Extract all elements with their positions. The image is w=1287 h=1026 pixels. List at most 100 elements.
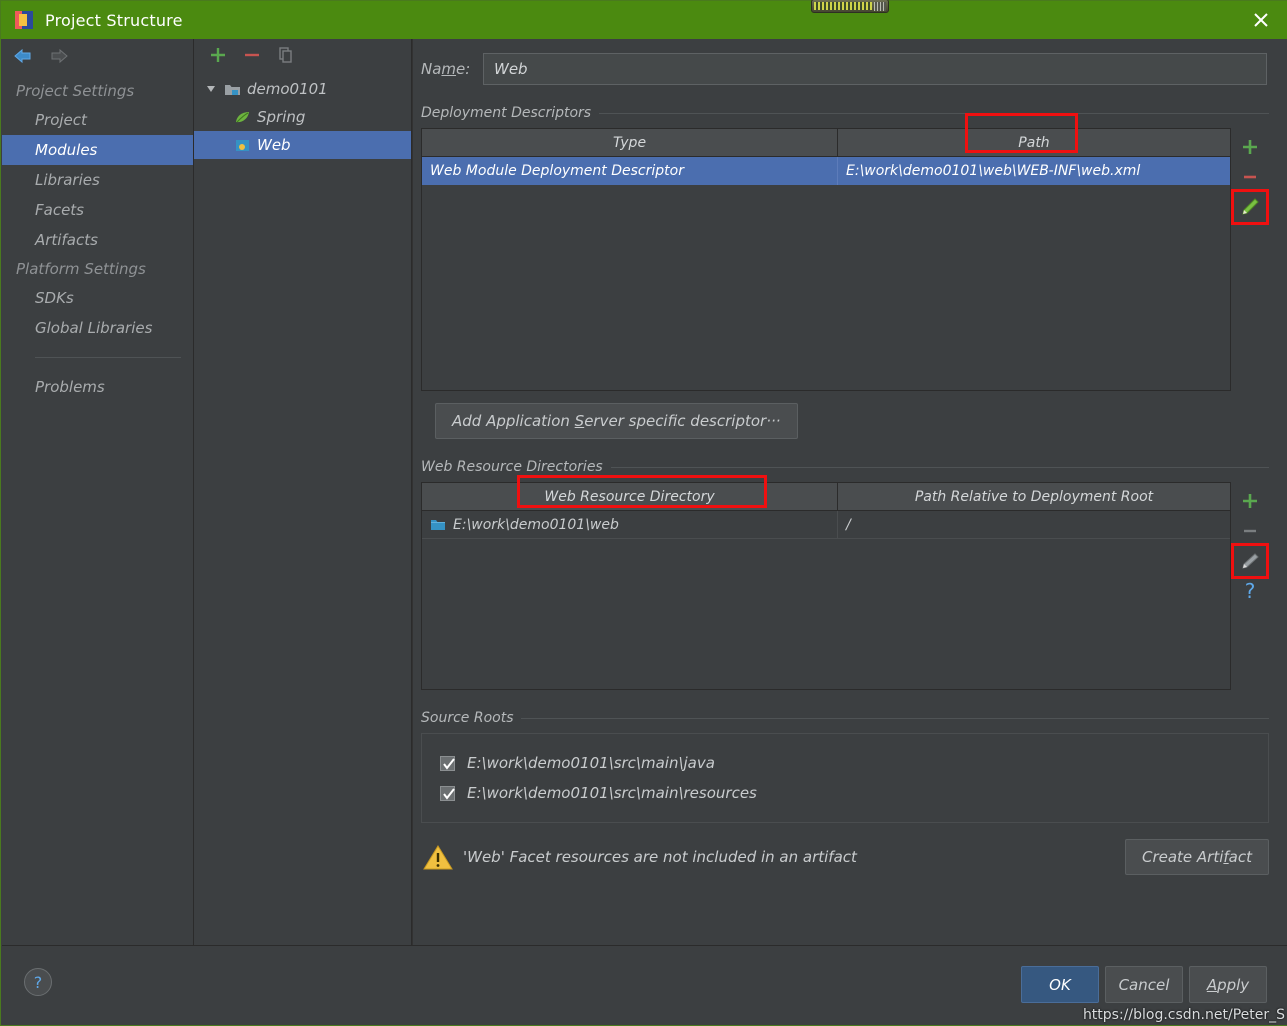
module-tree-rows: demo0101 Spring Web <box>194 75 411 159</box>
arrow-left-icon[interactable] <box>12 46 34 66</box>
name-input[interactable] <box>483 53 1267 85</box>
tree-node-spring[interactable]: Spring <box>194 103 411 131</box>
footer-buttons: OK Cancel Apply <box>1021 966 1267 1003</box>
floating-toolbar-widget[interactable] <box>811 0 889 13</box>
watermark-text: https://blog.csdn.net/Peter_S <box>1082 1007 1285 1023</box>
module-detail-panel: Name: Deployment Descriptors Type Path <box>412 39 1287 945</box>
tree-node-label: Web <box>257 136 291 154</box>
table-body: Web Module Deployment Descriptor E:\work… <box>422 157 1230 390</box>
navigation-arrows <box>2 39 193 73</box>
module-tree-panel: demo0101 Spring Web <box>194 39 412 945</box>
source-root-row[interactable]: E:\work\demo0101\src\main\java <box>422 748 1268 778</box>
dialog-footer: ? OK Cancel Apply https://blog.csdn.net/… <box>2 945 1287 1025</box>
question-help-icon[interactable]: ? <box>1235 576 1265 606</box>
cell-path: E:\work\demo0101\web\WEB-INF\web.xml <box>837 157 1230 185</box>
column-header-path-relative[interactable]: Path Relative to Deployment Root <box>837 483 1230 510</box>
help-button[interactable]: ? <box>24 968 52 996</box>
settings-sidebar: Project Settings Project Modules Librari… <box>2 39 194 945</box>
module-tree-toolbar <box>194 39 411 71</box>
widget-grip-icon[interactable] <box>874 1 886 11</box>
sidebar-item-sdks[interactable]: SDKs <box>2 283 193 313</box>
sidebar-group-project-settings: Project Settings <box>16 82 135 100</box>
plus-icon[interactable] <box>208 45 228 65</box>
section-rule <box>610 466 1269 468</box>
source-root-label: E:\work\demo0101\src\main\java <box>467 754 715 772</box>
widget-bars-icon <box>814 2 872 10</box>
source-roots-list: E:\work\demo0101\src\main\java E:\work\d… <box>421 733 1269 823</box>
web-resource-directories-table: Web Resource Directory Path Relative to … <box>421 475 1231 690</box>
cell-relative-path: / <box>837 511 1230 538</box>
tree-node-web[interactable]: Web <box>194 131 411 159</box>
facet-warning-row: 'Web' Facet resources are not included i… <box>421 839 1269 875</box>
checkbox-checked-icon[interactable] <box>440 755 455 771</box>
title-bar: Project Structure <box>1 1 1287 39</box>
tree-node-label: Spring <box>257 108 306 126</box>
source-root-row[interactable]: E:\work\demo0101\src\main\resources <box>422 778 1268 808</box>
ok-button[interactable]: OK <box>1021 966 1099 1003</box>
project-structure-dialog: Project Structure Project Settings Proje… <box>0 0 1287 1026</box>
source-root-label: E:\work\demo0101\src\main\resources <box>467 784 757 802</box>
deployment-descriptors-table-wrap: Type Path Web Module Deployment Descript… <box>421 113 1269 391</box>
copy-icon[interactable] <box>276 45 296 65</box>
cancel-button[interactable]: Cancel <box>1105 966 1183 1003</box>
cell-web-resource-directory: E:\work\demo0101\web <box>422 511 837 538</box>
column-header-path[interactable]: Path <box>837 113 1230 156</box>
sidebar-item-project[interactable]: Project <box>2 105 193 135</box>
module-folder-icon <box>222 82 242 97</box>
web-resource-directories-table-wrap: Web Resource Directory Path Relative to … <box>421 475 1269 690</box>
apply-button[interactable]: Apply <box>1189 966 1267 1003</box>
sidebar-item-facets[interactable]: Facets <box>2 195 193 225</box>
sidebar-group-platform-settings: Platform Settings <box>16 260 146 278</box>
intellij-idea-icon <box>15 11 33 29</box>
section-label: Source Roots <box>421 710 514 726</box>
window-title: Project Structure <box>45 10 183 30</box>
remove-descriptor-button[interactable] <box>1235 162 1265 192</box>
source-roots-section-header: Source Roots <box>421 710 1269 726</box>
table-body: E:\work\demo0101\web / <box>422 511 1230 689</box>
arrow-right-icon[interactable] <box>48 46 70 66</box>
section-rule <box>599 112 1269 114</box>
add-app-server-descriptor-button[interactable]: Add Application Server specific descript… <box>435 403 798 439</box>
deployment-descriptors-table: Type Path Web Module Deployment Descript… <box>421 113 1231 391</box>
table-row[interactable]: E:\work\demo0101\web / <box>422 511 1230 539</box>
web-resource-directories-actions: ? <box>1231 482 1269 690</box>
create-artifact-button[interactable]: Create Artifact <box>1124 839 1269 875</box>
sidebar-item-artifacts[interactable]: Artifacts <box>2 225 193 255</box>
checkbox-checked-icon[interactable] <box>440 785 455 801</box>
spring-leaf-icon <box>232 110 252 125</box>
name-row: Name: <box>413 39 1287 85</box>
deployment-descriptors-actions <box>1231 128 1269 391</box>
chevron-down-icon[interactable] <box>200 83 222 95</box>
cell-type: Web Module Deployment Descriptor <box>430 163 684 179</box>
edit-descriptor-button[interactable] <box>1231 189 1269 225</box>
sidebar-item-problems[interactable]: Problems <box>2 372 193 402</box>
cell-text: E:\work\demo0101\web <box>453 516 619 533</box>
sidebar-item-global-libraries[interactable]: Global Libraries <box>2 313 193 343</box>
add-web-resource-button[interactable] <box>1235 486 1265 516</box>
web-resource-directories-section-header: Web Resource Directories <box>421 459 1269 475</box>
sidebar-item-modules[interactable]: Modules <box>2 135 193 165</box>
close-icon[interactable] <box>1234 1 1287 39</box>
sidebar-list: Project Settings Project Modules Librari… <box>2 77 193 402</box>
section-label: Web Resource Directories <box>421 459 603 475</box>
table-header: Type Path <box>422 113 1230 157</box>
section-rule <box>521 717 1269 719</box>
column-header-type[interactable]: Type <box>422 129 837 156</box>
tree-node-label: demo0101 <box>247 80 328 98</box>
sidebar-item-libraries[interactable]: Libraries <box>2 165 193 195</box>
section-label: Deployment Descriptors <box>421 105 592 121</box>
column-header-web-resource-directory[interactable]: Web Resource Directory <box>422 475 837 510</box>
table-header: Web Resource Directory Path Relative to … <box>422 475 1230 511</box>
folder-icon <box>430 518 446 532</box>
edit-web-resource-button[interactable] <box>1231 543 1269 579</box>
tree-node-demo0101[interactable]: demo0101 <box>194 75 411 103</box>
sidebar-divider <box>35 357 181 358</box>
web-facet-icon <box>232 138 252 153</box>
remove-web-resource-button[interactable] <box>1235 516 1265 546</box>
minus-icon[interactable] <box>242 45 262 65</box>
add-descriptor-button[interactable] <box>1235 132 1265 162</box>
table-row[interactable]: Web Module Deployment Descriptor E:\work… <box>422 157 1230 185</box>
facet-warning-text: 'Web' Facet resources are not included i… <box>463 848 857 866</box>
warning-triangle-icon <box>421 842 455 872</box>
add-app-server-descriptor-row: Add Application Server specific descript… <box>435 403 1269 439</box>
